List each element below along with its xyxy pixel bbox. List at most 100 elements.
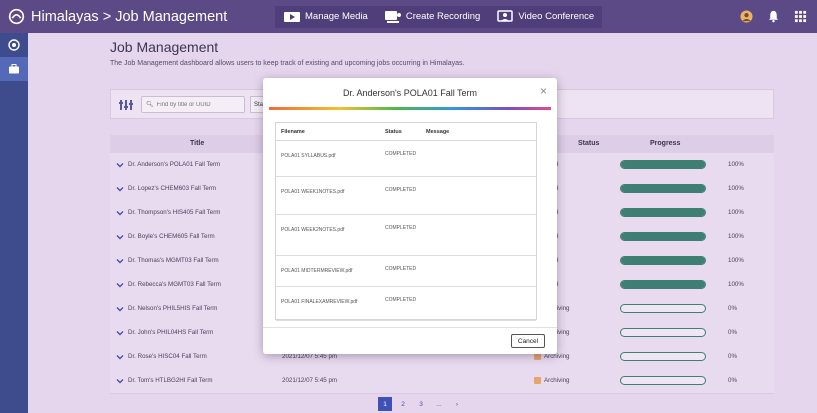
- job-status: Archiving: [544, 377, 570, 384]
- create-recording-button[interactable]: Create Recording: [384, 10, 480, 24]
- close-icon[interactable]: ×: [540, 84, 547, 98]
- toolbar-actions: Manage Media Create Recording Video Conf…: [275, 5, 603, 28]
- page-button[interactable]: 2: [396, 397, 410, 411]
- progress-bar: [620, 280, 706, 289]
- page-title: Job Management: [110, 39, 219, 55]
- search-input[interactable]: [156, 101, 244, 108]
- himalayas-logo-icon: [8, 8, 25, 25]
- job-title: Dr. Anderson's POLA01 Fall Term: [128, 161, 221, 168]
- file-row: POLA01 SYLLABUS.pdf COMPLETED: [276, 141, 536, 177]
- file-name: POLA01 SYLLABUS.pdf: [281, 153, 336, 159]
- progress-bar: [620, 376, 706, 385]
- job-status: Archiving: [544, 353, 570, 360]
- progress-percent: 0%: [728, 329, 737, 336]
- recording-icon: [384, 10, 401, 23]
- progress-bar: [620, 184, 706, 193]
- job-date: 2021/12/07 5:45 pm: [282, 377, 338, 384]
- rail-item-jobs[interactable]: [0, 57, 28, 81]
- table-row[interactable]: Dr. Tom's HTLBG2HI Fall Term 2021/12/07 …: [110, 369, 774, 394]
- chevron-down-icon[interactable]: [116, 377, 124, 385]
- archiving-status-dot: [534, 353, 541, 360]
- manage-media-label: Manage Media: [305, 11, 368, 22]
- rail-item-home[interactable]: [0, 33, 28, 57]
- progress-percent: 100%: [728, 281, 744, 288]
- modal-title: Dr. Anderson's POLA01 Fall Term: [342, 88, 478, 98]
- create-recording-label: Create Recording: [405, 11, 481, 22]
- progress-bar: [620, 304, 706, 313]
- breadcrumb-text: Himalayas > Job Management: [31, 8, 228, 25]
- user-avatar-icon[interactable]: [740, 10, 753, 23]
- progress-percent: 100%: [728, 161, 744, 168]
- archiving-status-dot: [534, 377, 541, 384]
- manage-media-button[interactable]: Manage Media: [283, 10, 368, 24]
- video-conference-icon: [497, 9, 514, 22]
- chevron-down-icon[interactable]: [116, 161, 124, 169]
- file-status: COMPLETED: [385, 187, 417, 193]
- chevron-down-icon[interactable]: [116, 329, 124, 337]
- progress-fill: [621, 257, 705, 264]
- job-title: Dr. Nelson's PHIL5HIS Fall Term: [128, 305, 218, 312]
- page-description: The Job Management dashboard allows user…: [110, 60, 465, 67]
- file-status: COMPLETED: [385, 225, 417, 231]
- notification-bell-icon[interactable]: [767, 10, 780, 23]
- chevron-down-icon[interactable]: [116, 209, 124, 217]
- page-button[interactable]: 3: [414, 397, 428, 411]
- job-files-modal: Dr. Anderson's POLA01 Fall Term × Filena…: [263, 78, 557, 354]
- chevron-down-icon[interactable]: [116, 233, 124, 241]
- file-row: POLA01 WEEK2NOTES.pdf COMPLETED: [276, 215, 536, 256]
- media-icon: [284, 11, 300, 22]
- search-box[interactable]: 🔍︎: [141, 96, 245, 113]
- chevron-down-icon[interactable]: [116, 353, 124, 361]
- chevron-down-icon[interactable]: [116, 305, 124, 313]
- chevron-down-icon[interactable]: [116, 185, 124, 193]
- page-button[interactable]: 1: [378, 397, 392, 411]
- progress-bar: [620, 232, 706, 241]
- progress-fill: [621, 281, 705, 288]
- column-file-status: Status: [385, 129, 402, 135]
- progress-fill: [621, 233, 705, 240]
- breadcrumb: Himalayas > Job Management: [0, 0, 255, 33]
- progress-fill: [621, 185, 705, 192]
- file-row: POLA01 MIDTERMREVIEW.pdf COMPLETED: [276, 256, 536, 287]
- pagination: 1 2 3... ›: [378, 397, 464, 411]
- chevron-down-icon[interactable]: [116, 257, 124, 265]
- file-row: POLA01 FINALEXAMREVIEW.pdf COMPLETED: [276, 287, 536, 321]
- progress-percent: 0%: [728, 353, 737, 360]
- column-title: Title: [190, 140, 205, 147]
- left-rail: [0, 33, 28, 413]
- job-title: Dr. Boyle's CHEM605 Fall Term: [128, 233, 215, 240]
- progress-bar: [620, 352, 706, 361]
- progress-fill: [621, 209, 705, 216]
- progress-percent: 100%: [728, 233, 744, 240]
- job-title: Dr. Rebecca's MGMT03 Fall Term: [128, 281, 221, 288]
- file-status: COMPLETED: [385, 151, 417, 157]
- file-name: POLA01 WEEK2NOTES.pdf: [281, 227, 345, 233]
- progress-percent: 100%: [728, 209, 744, 216]
- video-conference-button[interactable]: Video Conference: [496, 9, 595, 24]
- rainbow-divider: [269, 107, 551, 110]
- file-name: POLA01 FINALEXAMREVIEW.pdf: [281, 299, 358, 305]
- column-message: Message: [426, 129, 450, 135]
- progress-percent: 100%: [728, 185, 744, 192]
- next-page-button[interactable]: ›: [450, 397, 464, 411]
- progress-percent: 0%: [728, 377, 737, 384]
- apps-grid-icon[interactable]: [794, 10, 807, 23]
- job-title: Dr. Thompson's HIS405 Fall Term: [128, 209, 221, 216]
- progress-percent: 0%: [728, 305, 737, 312]
- search-icon: 🔍︎: [146, 102, 154, 108]
- file-name: POLA01 MIDTERMREVIEW.pdf: [281, 268, 353, 274]
- modal-footer-divider: [263, 327, 557, 328]
- progress-bar: [620, 328, 706, 337]
- progress-percent: 100%: [728, 257, 744, 264]
- progress-bar: [620, 160, 706, 169]
- page-button[interactable]: ...: [432, 397, 446, 411]
- job-title: Dr. Lopez's CHEM603 Fall Term: [128, 185, 217, 192]
- file-name: POLA01 WEEK1NOTES.pdf: [281, 189, 345, 195]
- filter-icon[interactable]: [119, 98, 133, 112]
- progress-bar: [620, 208, 706, 217]
- video-conference-label: Video Conference: [518, 11, 595, 22]
- cancel-button[interactable]: Cancel: [511, 334, 545, 348]
- file-status: COMPLETED: [385, 266, 417, 272]
- chevron-down-icon[interactable]: [116, 281, 124, 289]
- top-right-controls: [740, 0, 807, 33]
